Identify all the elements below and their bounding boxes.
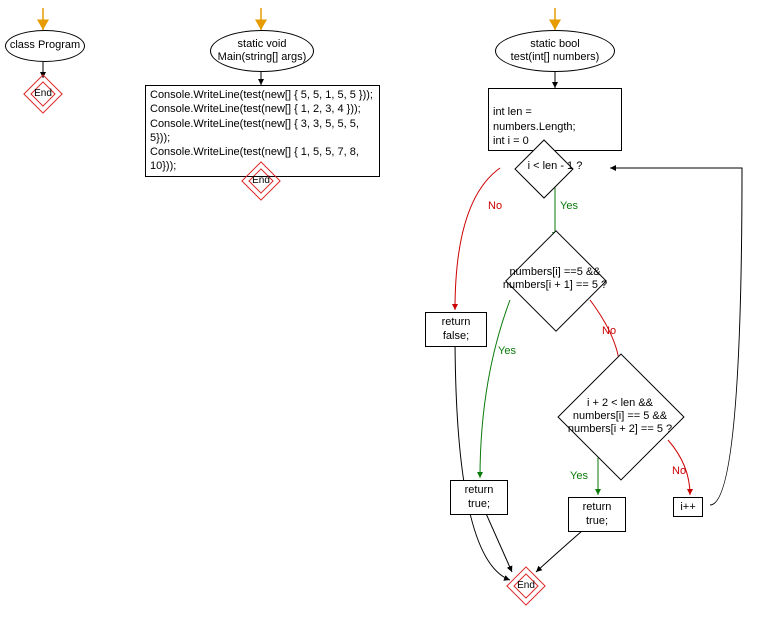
fc3-return-true-2-node: return true; (568, 497, 626, 532)
fc3-return-false-label: return false; (442, 316, 471, 342)
fc2-end-label: End (247, 175, 275, 186)
fc2-start-label: static void Main(string[] args) (218, 38, 307, 64)
fc3-return-true-1-node: return true; (450, 480, 508, 515)
fc3-init-label: int len = numbers.Length; int i = 0 (493, 106, 576, 147)
fc3-increment-node: i++ (673, 497, 703, 517)
fc3-return-false-node: return false; (425, 312, 487, 347)
edge-label-d2-no: No (602, 325, 616, 337)
edge-label-d1-no: No (488, 200, 502, 212)
fc2-body-line-1: Console.WriteLine(test(new[] { 1, 2, 3, … (150, 102, 375, 116)
fc2-start-node: static void Main(string[] args) (210, 30, 314, 72)
fc2-end-node: End (247, 167, 275, 195)
flowchart-edges (0, 0, 761, 617)
edge-label-d1-yes: Yes (560, 200, 578, 212)
edge-label-d3-no: No (672, 465, 686, 477)
fc3-decision-3 (557, 353, 684, 480)
edge-label-d2-yes: Yes (498, 345, 516, 357)
fc1-end-label: End (29, 88, 57, 99)
fc2-body-line-2: Console.WriteLine(test(new[] { 3, 3, 5, … (150, 117, 375, 146)
fc3-start-node: static bool test(int[] numbers) (495, 30, 615, 72)
fc3-end-label: End (512, 580, 540, 591)
fc3-return-true-2-label: return true; (583, 501, 612, 527)
fc3-decision-2 (505, 230, 607, 332)
fc3-end-node: End (512, 572, 540, 600)
fc3-return-true-1-label: return true; (465, 484, 494, 510)
fc1-start-label: class Program (10, 39, 80, 52)
fc1-start-node: class Program (5, 30, 85, 62)
fc3-increment-label: i++ (680, 501, 695, 513)
fc2-body-line-0: Console.WriteLine(test(new[] { 5, 5, 1, … (150, 88, 375, 102)
fc1-end-node: End (29, 80, 57, 108)
fc3-init-node: int len = numbers.Length; int i = 0 (488, 88, 622, 151)
fc3-start-label: static bool test(int[] numbers) (511, 38, 600, 64)
edge-label-d3-yes: Yes (570, 470, 588, 482)
